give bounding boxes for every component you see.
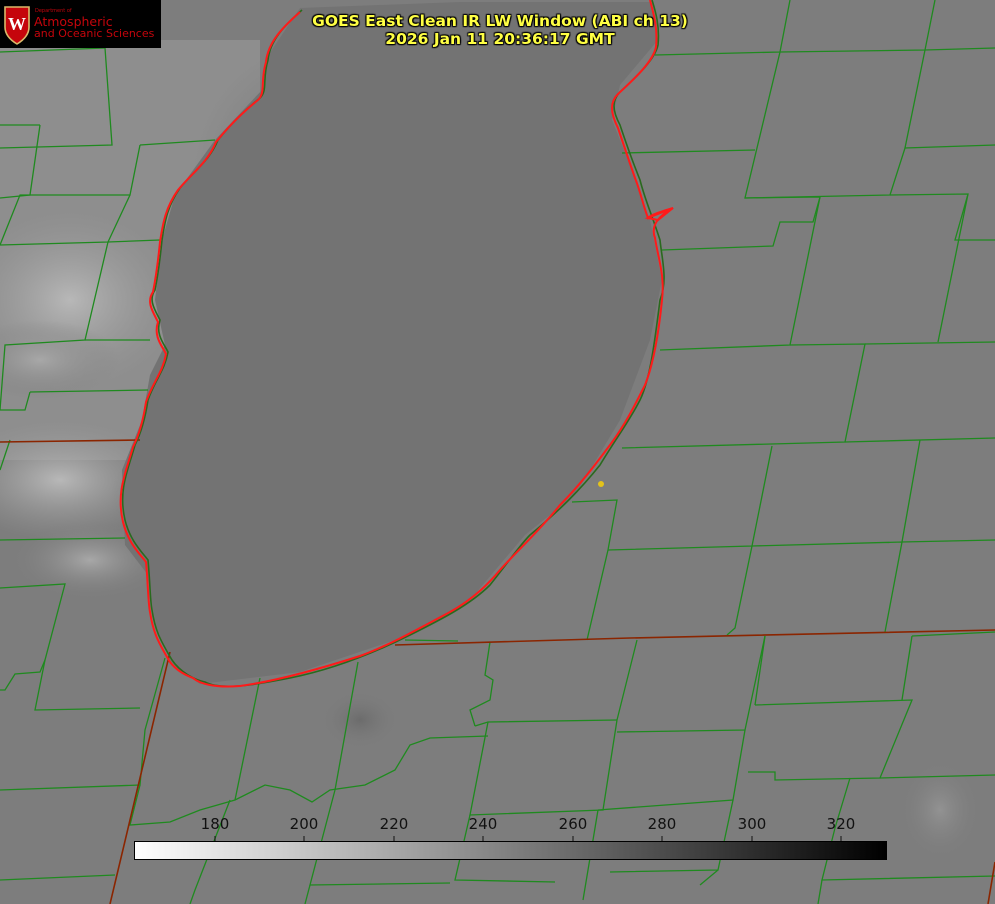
location-marker xyxy=(598,481,604,487)
tick-label: 280 xyxy=(647,815,677,833)
uw-crest-icon: W xyxy=(4,6,30,45)
logo-line2: and Oceanic Sciences xyxy=(34,27,155,40)
image-title: GOES East Clean IR LW Window (ABI ch 13)… xyxy=(280,12,720,48)
title-timestamp: 2026 Jan 11 20:36:17 GMT xyxy=(385,30,615,48)
colorbar-tick-labels: 180 200 220 240 260 280 300 320 xyxy=(0,815,995,835)
aos-logo[interactable]: W Department of Atmospheric and Oceanic … xyxy=(0,0,161,48)
tick-label: 320 xyxy=(826,815,856,833)
tick-label: 240 xyxy=(468,815,498,833)
title-product: GOES East Clean IR LW Window (ABI ch 13) xyxy=(312,12,688,30)
satellite-map xyxy=(0,0,995,904)
tick-label: 300 xyxy=(737,815,767,833)
tick-label: 260 xyxy=(558,815,588,833)
svg-text:W: W xyxy=(8,14,26,34)
tick-label: 200 xyxy=(289,815,319,833)
tick-label: 220 xyxy=(379,815,409,833)
temperature-colorbar xyxy=(134,841,887,860)
satellite-image-viewer: W Department of Atmospheric and Oceanic … xyxy=(0,0,995,904)
tick-label: 180 xyxy=(200,815,230,833)
